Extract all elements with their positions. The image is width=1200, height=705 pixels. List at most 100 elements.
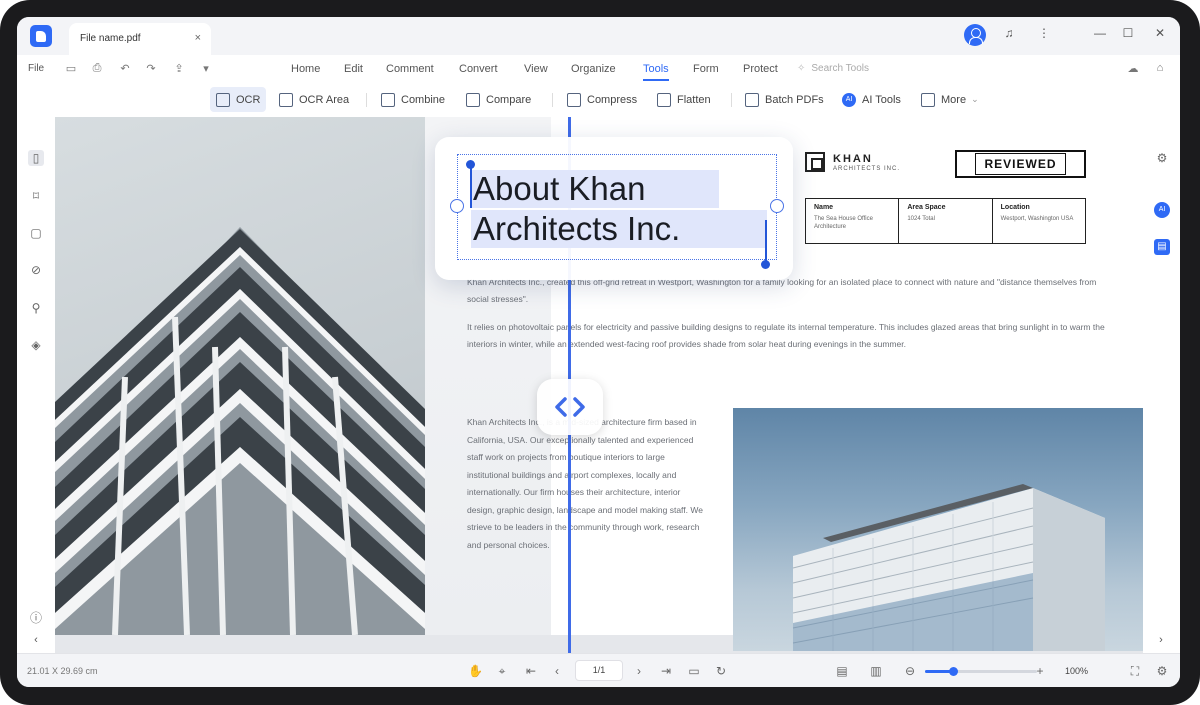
info-cell-location: Location Westport, Washington USA: [993, 199, 1085, 243]
right-sidebar: ⚙ AI ▤: [1143, 117, 1180, 653]
flatten-button[interactable]: Flatten: [651, 87, 717, 112]
document-tab[interactable]: File name.pdf ×: [69, 23, 211, 55]
menu-home[interactable]: Home: [291, 63, 320, 75]
menu-organize[interactable]: Organize: [571, 63, 616, 75]
help-icon[interactable]: ⓘ: [28, 610, 44, 626]
menu-protect[interactable]: Protect: [743, 63, 778, 75]
search-icon[interactable]: ⚲: [28, 300, 44, 316]
undo-icon[interactable]: ↶: [118, 62, 132, 75]
share-icon[interactable]: ⇪: [172, 62, 186, 75]
reading-mode-icon[interactable]: ▥: [869, 664, 883, 678]
more-tools-icon: [921, 92, 935, 107]
more-options-icon[interactable]: ⋮: [1036, 26, 1052, 40]
heading-line-2[interactable]: Architects Inc.: [473, 210, 680, 248]
status-bar: 21.01 X 29.69 cm ✋ ⌖ ⇤ ‹ 1/1 › ⇥ ▭ ↻ ▤ ▥…: [17, 653, 1180, 687]
rotate-icon[interactable]: ↻: [714, 664, 728, 678]
properties-icon[interactable]: ⚙: [1154, 150, 1170, 166]
previous-page-icon[interactable]: ‹: [550, 664, 564, 678]
ai-assistant-icon[interactable]: AI: [1154, 202, 1170, 218]
chevron-left-right-icon: [555, 397, 585, 417]
layers-icon[interactable]: ◈: [28, 337, 44, 353]
page-dimensions: 21.01 X 29.69 cm: [27, 666, 98, 676]
batch-pdfs-icon: [745, 92, 759, 107]
ribbon-divider: [552, 93, 553, 107]
user-avatar-icon[interactable]: [964, 24, 986, 46]
combine-button[interactable]: Combine: [375, 87, 451, 112]
first-page-icon[interactable]: ⇤: [524, 664, 538, 678]
scroll-right-icon[interactable]: ›: [1153, 634, 1169, 646]
select-tool-icon[interactable]: ⌖: [495, 664, 509, 679]
menu-view[interactable]: View: [524, 63, 548, 75]
left-sidebar: ▯ ⌑ ▢ ⊘ ⚲ ◈ ⓘ: [17, 117, 55, 653]
menu-convert[interactable]: Convert: [459, 63, 498, 75]
ai-tools-icon: AI: [842, 92, 856, 107]
bookmark-icon[interactable]: ⌑: [28, 188, 44, 204]
menu-comment[interactable]: Comment: [386, 63, 434, 75]
cloud-upload-icon[interactable]: ☁: [1126, 62, 1140, 75]
page-layout-icon[interactable]: ▤: [835, 664, 849, 678]
selection-end-knob[interactable]: [761, 260, 770, 269]
compare-slider-handle[interactable]: [537, 379, 603, 435]
translate-icon[interactable]: ▤: [1154, 239, 1170, 255]
zoom-out-icon[interactable]: ⊖: [903, 664, 917, 678]
selection-caret-start[interactable]: [470, 164, 472, 208]
menu-bar: File ▭ ⎙ ↶ ↷ ⇪ ▾ Home Edit Comment Conve…: [17, 55, 1180, 83]
body-paragraph-3[interactable]: Khan Architects Inc., is a mid-sized arc…: [467, 414, 707, 554]
zoom-level[interactable]: 100%: [1065, 666, 1088, 676]
more-button[interactable]: More ⌄: [915, 87, 985, 112]
menu-tools[interactable]: Tools: [643, 63, 669, 81]
tab-close-icon[interactable]: ×: [195, 32, 201, 44]
page-thumbnails-icon[interactable]: ▯: [28, 150, 44, 166]
compress-button[interactable]: Compress: [561, 87, 643, 112]
tools-ribbon: OCR OCR Area Combine Compare Compress Fl…: [17, 83, 1180, 117]
ribbon-divider: [731, 93, 732, 107]
document-viewport[interactable]: KHAN ARCHITECTS INC. REVIEWED Name The S…: [55, 117, 1143, 653]
batch-pdfs-button[interactable]: Batch PDFs: [739, 87, 830, 112]
ocr-area-button[interactable]: OCR Area: [273, 87, 355, 112]
notification-bell-icon[interactable]: ♫: [1001, 26, 1017, 40]
zoom-slider[interactable]: [925, 667, 1037, 676]
print-icon[interactable]: ⎙: [90, 62, 104, 75]
settings-icon[interactable]: ⚙: [1155, 664, 1169, 678]
fullscreen-icon[interactable]: ⛶: [1128, 664, 1142, 679]
ribbon-divider: [366, 93, 367, 107]
home-icon[interactable]: ⌂: [1153, 62, 1167, 74]
save-icon[interactable]: ▭: [64, 62, 78, 75]
menu-form[interactable]: Form: [693, 63, 719, 75]
title-bar: File name.pdf × ♫ ⋮ — ☐ ✕: [17, 17, 1180, 55]
hand-tool-icon[interactable]: ✋: [468, 664, 483, 678]
compare-button[interactable]: Compare: [460, 87, 537, 112]
ai-tools-button[interactable]: AI AI Tools: [836, 87, 907, 112]
quick-access-dropdown-icon[interactable]: ▾: [199, 62, 213, 75]
comment-icon[interactable]: ▢: [28, 225, 44, 241]
body-paragraph-2[interactable]: It relies on photovoltaic panels for ele…: [467, 319, 1117, 353]
zoom-in-icon[interactable]: +: [1033, 664, 1047, 678]
attachment-icon[interactable]: ⊘: [28, 262, 44, 278]
resize-handle-left[interactable]: [450, 199, 464, 213]
info-value: The Sea House Office Architecture: [814, 216, 873, 230]
close-window-icon[interactable]: ✕: [1152, 26, 1168, 40]
combine-label: Combine: [401, 93, 446, 106]
resize-handle-right[interactable]: [770, 199, 784, 213]
menu-edit[interactable]: Edit: [344, 63, 363, 75]
selection-start-knob[interactable]: [466, 160, 475, 169]
reviewed-stamp[interactable]: REVIEWED: [955, 150, 1086, 178]
search-tools-field[interactable]: ✧ Search Tools: [797, 63, 869, 74]
page-number-input[interactable]: 1/1: [575, 660, 623, 681]
selection-caret-end[interactable]: [765, 220, 767, 264]
last-page-icon[interactable]: ⇥: [659, 664, 673, 678]
redo-icon[interactable]: ↷: [144, 62, 158, 75]
building-photo-left: [55, 117, 425, 635]
heading-line-1[interactable]: About Khan: [473, 170, 645, 208]
info-head: Location: [1000, 204, 1030, 211]
search-tools-icon: ✧: [797, 63, 806, 74]
zoom-slider-knob[interactable]: [949, 667, 958, 676]
minimize-icon[interactable]: —: [1092, 26, 1108, 40]
fit-page-icon[interactable]: ▭: [687, 664, 701, 678]
scroll-left-icon[interactable]: ‹: [28, 634, 44, 646]
ocr-label: OCR: [236, 93, 261, 106]
maximize-icon[interactable]: ☐: [1120, 26, 1136, 40]
ocr-button[interactable]: OCR: [210, 87, 267, 112]
next-page-icon[interactable]: ›: [632, 664, 646, 678]
menu-file[interactable]: File: [28, 63, 44, 74]
